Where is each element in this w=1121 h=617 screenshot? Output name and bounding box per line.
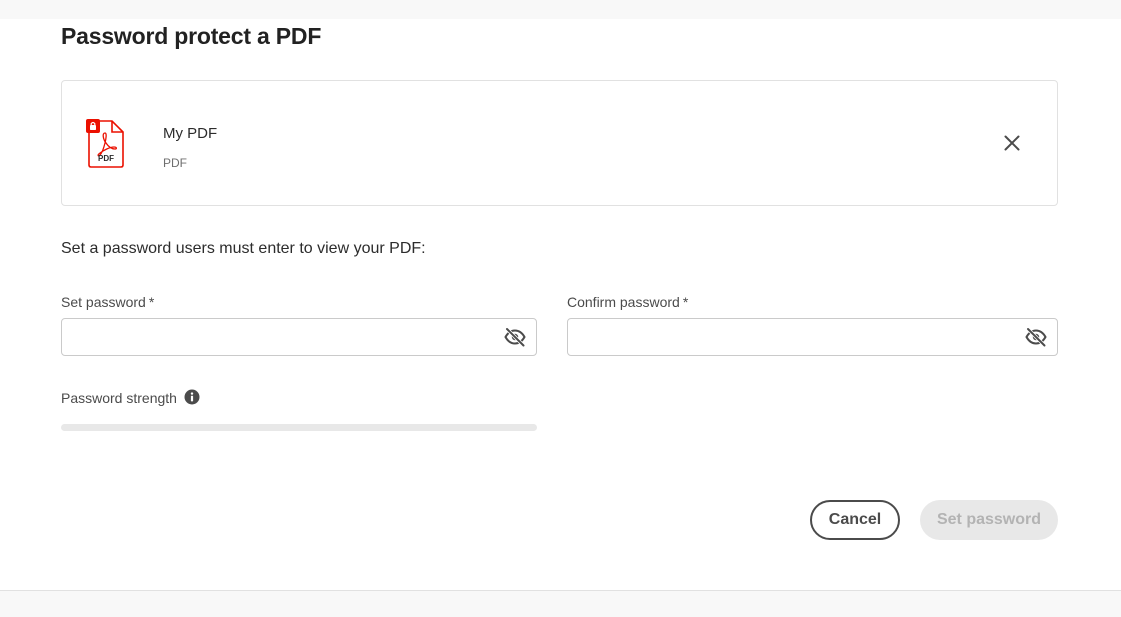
- remove-file-button[interactable]: [1000, 131, 1024, 155]
- pdf-lock-icon: PDF: [86, 119, 126, 169]
- password-strength-label: Password strength: [61, 390, 177, 406]
- confirm-password-field: [567, 318, 1058, 356]
- cancel-button[interactable]: Cancel: [810, 500, 900, 540]
- confirm-password-label: Confirm password *: [567, 294, 688, 310]
- password-strength-meter: [61, 424, 537, 431]
- set-password-button[interactable]: Set password: [920, 500, 1058, 540]
- confirm-password-input[interactable]: [568, 319, 1017, 355]
- eye-off-icon: [1025, 327, 1047, 347]
- file-name: My PDF: [163, 125, 218, 142]
- required-mark: *: [148, 294, 155, 310]
- pdf-icon-label: PDF: [98, 154, 114, 163]
- password-dialog: Password protect a PDF PDF My PDF PDF Se…: [0, 19, 1121, 591]
- file-type: PDF: [163, 156, 187, 170]
- info-icon[interactable]: [184, 389, 200, 405]
- eye-off-icon: [504, 327, 526, 347]
- set-password-label-text: Set password: [61, 294, 146, 310]
- set-password-field: [61, 318, 537, 356]
- file-card: PDF My PDF PDF: [61, 80, 1058, 206]
- confirm-password-label-text: Confirm password: [567, 294, 680, 310]
- set-password-input[interactable]: [62, 319, 496, 355]
- instruction-text: Set a password users must enter to view …: [61, 240, 426, 257]
- close-icon: [1004, 135, 1020, 151]
- required-mark: *: [682, 294, 689, 310]
- toggle-confirm-password-visibility[interactable]: [1025, 327, 1047, 347]
- toggle-set-password-visibility[interactable]: [504, 327, 526, 347]
- page-title: Password protect a PDF: [61, 23, 322, 49]
- set-password-label: Set password *: [61, 294, 154, 310]
